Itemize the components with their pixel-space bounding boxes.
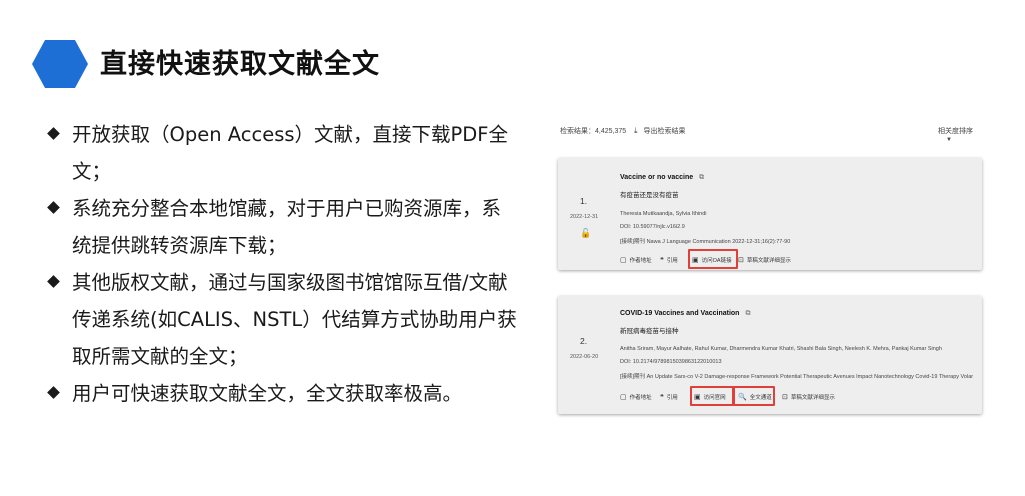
result-date: 2022-12-31 [570, 214, 599, 220]
action-label: 引用 [666, 258, 678, 264]
chevron-down-icon: ▼ [946, 137, 952, 143]
action-label: 作者地址 [629, 258, 652, 264]
bullet-text: 系统充分整合本地馆藏，对于用户已购资源库，系统提供跳转资源库下载； [72, 197, 502, 257]
detail-view-button[interactable]: ⊡ 草稿文献详细显示 [782, 393, 835, 401]
cite-button[interactable]: ❝ 引用 [660, 256, 678, 264]
highlight-box [733, 386, 775, 406]
cite-button[interactable]: ❝ 引用 [660, 393, 678, 401]
diamond-bullet-icon [48, 128, 60, 140]
result-card: 1. 2022-12-31 🔓 Vaccine or no vaccine ⧉ 有… [558, 158, 982, 270]
result-subtitle: 新冠病毒疫苗与接种 [620, 328, 679, 335]
result-title-text: COVID-19 Vaccines and Vaccination [620, 310, 740, 317]
author-address-button[interactable]: ▢ 作者地址 [620, 393, 652, 401]
bullet-text: 其他版权文献，通过与国家级图书馆馆际互借/文献传递系统(如CALIS、NSTL）… [72, 271, 517, 368]
download-icon: ⤓ [634, 126, 638, 135]
bullet-text: 开放获取（Open Access）文献，直接下载PDF全文； [72, 123, 509, 183]
export-label: 导出检索结果 [643, 128, 686, 135]
result-title[interactable]: COVID-19 Vaccines and Vaccination ⧉ [620, 310, 750, 318]
action-label: 引用 [666, 395, 678, 401]
open-lock-icon: 🔓 [580, 228, 592, 238]
result-card: 2. 2022-06-20 COVID-19 Vaccines and Vacc… [558, 296, 982, 414]
sort-dropdown[interactable]: 相关度排序 ▼ [938, 126, 986, 143]
action-label: 草稿文献详细显示 [790, 395, 835, 401]
document-icon: ▢ [620, 394, 627, 401]
bullet-item: 系统充分整合本地馆藏，对于用户已购资源库，系统提供跳转资源库下载； [48, 190, 518, 264]
bullet-item: 开放获取（Open Access）文献，直接下载PDF全文； [48, 116, 518, 190]
quote-icon: ❝ [660, 257, 664, 264]
result-authors: Anitha Sriram, Mayur Aalhate, Rahul Kuma… [620, 346, 942, 352]
search-results-screenshot: 检索结果：4,425,375 ⤓ 导出检索结果 相关度排序 ▼ 1. 2022-12… [558, 118, 986, 428]
result-date: 2022-06-20 [570, 354, 599, 360]
results-toolbar: 检索结果：4,425,375 ⤓ 导出检索结果 相关度排序 ▼ [558, 122, 986, 143]
result-title[interactable]: Vaccine or no vaccine ⧉ [620, 174, 704, 182]
result-title-text: Vaccine or no vaccine [620, 174, 694, 181]
diamond-bullet-icon [48, 387, 60, 399]
action-label: 作者地址 [629, 395, 652, 401]
slide-title: 直接快速获取文献全文 [100, 49, 380, 80]
bullet-list: 开放获取（Open Access）文献，直接下载PDF全文； 系统充分整合本地馆… [48, 116, 518, 412]
copy-icon[interactable]: ⧉ [745, 310, 750, 317]
result-doi: DOI: 10.59077/njlc.v16i2.9 [620, 224, 685, 230]
result-doi: DOI: 10.2174/9789815039863122010013 [620, 359, 722, 365]
hexagon-icon [32, 40, 88, 88]
result-authors: Theresia Mutikaandja, Sylvia Ithindi [620, 211, 707, 217]
result-source: [接续]期刊 Nawa J Language Communication 202… [620, 239, 791, 245]
slide: 直接快速获取文献全文 开放获取（Open Access）文献，直接下载PDF全文… [0, 0, 1025, 496]
bullet-text: 用户可快速获取文献全文，全文获取率极高。 [72, 382, 463, 405]
result-subtitle: 有疫苗还是没有疫苗 [620, 192, 679, 199]
quote-icon: ❝ [660, 394, 664, 401]
highlight-box [690, 386, 734, 406]
result-index: 2. [580, 336, 588, 346]
diamond-bullet-icon [48, 276, 60, 288]
result-source: [接续]期刊 An Update Sars-co V-2 Damage-resp… [620, 374, 974, 380]
result-index: 1. [580, 196, 588, 206]
detail-view-button[interactable]: ⊡ 草稿文献详细显示 [738, 256, 791, 264]
bullet-item: 用户可快速获取文献全文，全文获取率极高。 [48, 375, 518, 412]
detail-icon: ⊡ [782, 394, 788, 401]
document-icon: ▢ [620, 257, 627, 264]
detail-icon: ⊡ [738, 257, 744, 264]
bullet-item: 其他版权文献，通过与国家级图书馆馆际互借/文献传递系统(如CALIS、NSTL）… [48, 264, 518, 375]
action-label: 草稿文献详细显示 [746, 258, 791, 264]
copy-icon[interactable]: ⧉ [699, 174, 704, 181]
export-results-button[interactable]: ⤓ 导出检索结果 [634, 126, 686, 136]
highlight-box [688, 249, 738, 269]
diamond-bullet-icon [48, 202, 60, 214]
author-address-button[interactable]: ▢ 作者地址 [620, 256, 652, 264]
sort-label: 相关度排序 [938, 128, 973, 135]
result-count: 检索结果：4,425,375 [560, 128, 627, 135]
